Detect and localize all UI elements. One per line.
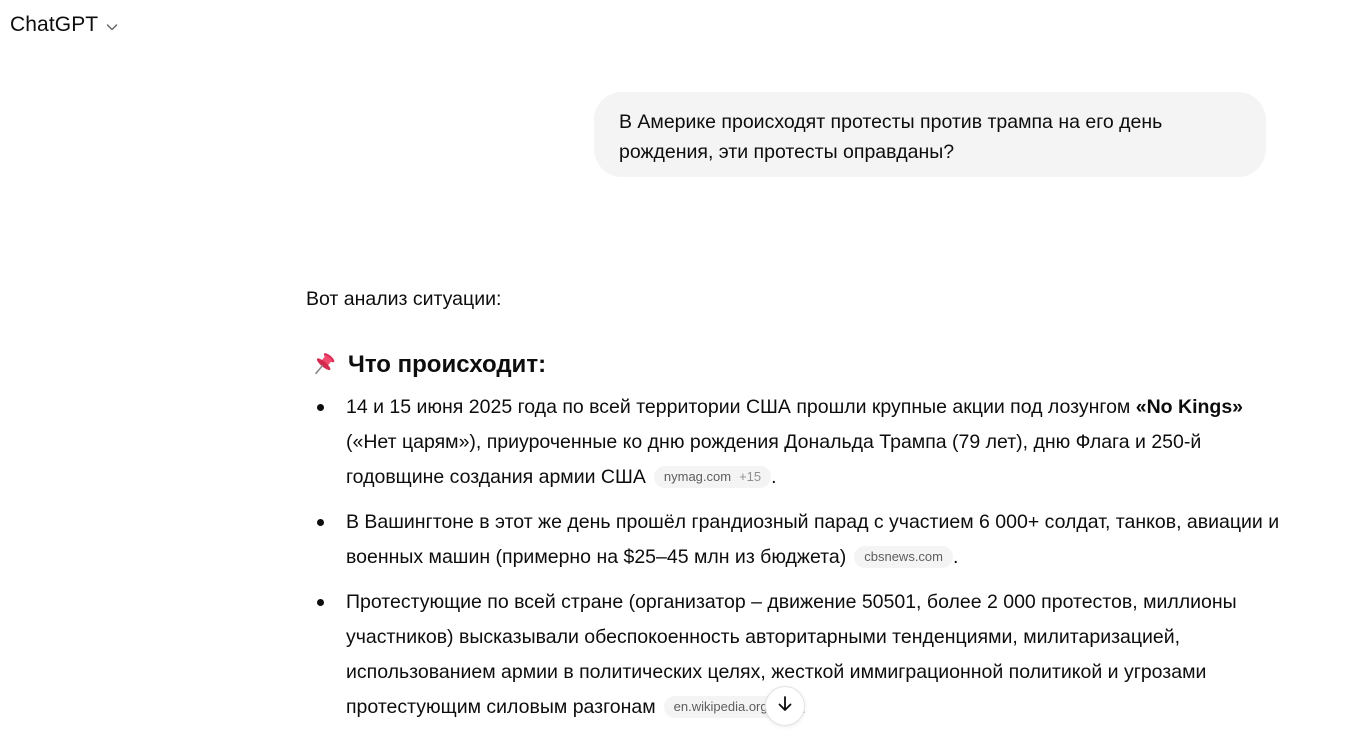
pushpin-icon — [308, 350, 338, 380]
item-text: 14 и 15 июня 2025 года по всей территори… — [346, 396, 1136, 418]
section-heading: Что происходит: — [306, 350, 1286, 380]
scroll-to-bottom-button[interactable] — [765, 686, 805, 726]
item-end: . — [771, 466, 777, 488]
source-chip[interactable]: nymag.com +15 — [653, 466, 772, 488]
item-end: . — [952, 546, 959, 568]
user-message-text: В Америке происходят протесты против тра… — [619, 111, 1163, 163]
section-title: Что происходит: — [348, 351, 547, 378]
source-domain: nymag.com — [663, 469, 732, 484]
bullet-dot — [317, 519, 324, 526]
bullet-list: 14 и 15 июня 2025 года по всей территори… — [306, 390, 1286, 725]
bullet-dot — [317, 599, 324, 606]
item-bold-text: «No Kings» — [1135, 396, 1244, 418]
item-text: В Вашингтоне в этот же день прошёл гранд… — [346, 511, 1280, 568]
model-name: ChatGPT — [10, 13, 99, 36]
bullet-dot — [317, 404, 324, 411]
assistant-intro: Вот анализ ситуации: — [306, 288, 502, 310]
model-switcher[interactable]: ChatGPT — [10, 13, 120, 37]
arrow-down-icon — [775, 694, 795, 719]
source-chip[interactable]: cbsnews.com — [854, 546, 953, 568]
source-domain: cbsnews.com — [864, 549, 943, 564]
list-item: В Вашингтоне в этот же день прошёл гранд… — [306, 505, 1286, 575]
top-bar: ChatGPT — [0, 0, 1361, 56]
user-message-bubble: В Америке происходят протесты против тра… — [594, 92, 1266, 177]
list-item: 14 и 15 июня 2025 года по всей территори… — [306, 390, 1286, 495]
chevron-down-icon — [104, 19, 120, 35]
source-count: +15 — [739, 469, 762, 484]
assistant-message: Вот анализ ситуации: Что происходит: 14 … — [306, 284, 1286, 735]
source-domain: en.wikipedia.org — [673, 699, 768, 714]
